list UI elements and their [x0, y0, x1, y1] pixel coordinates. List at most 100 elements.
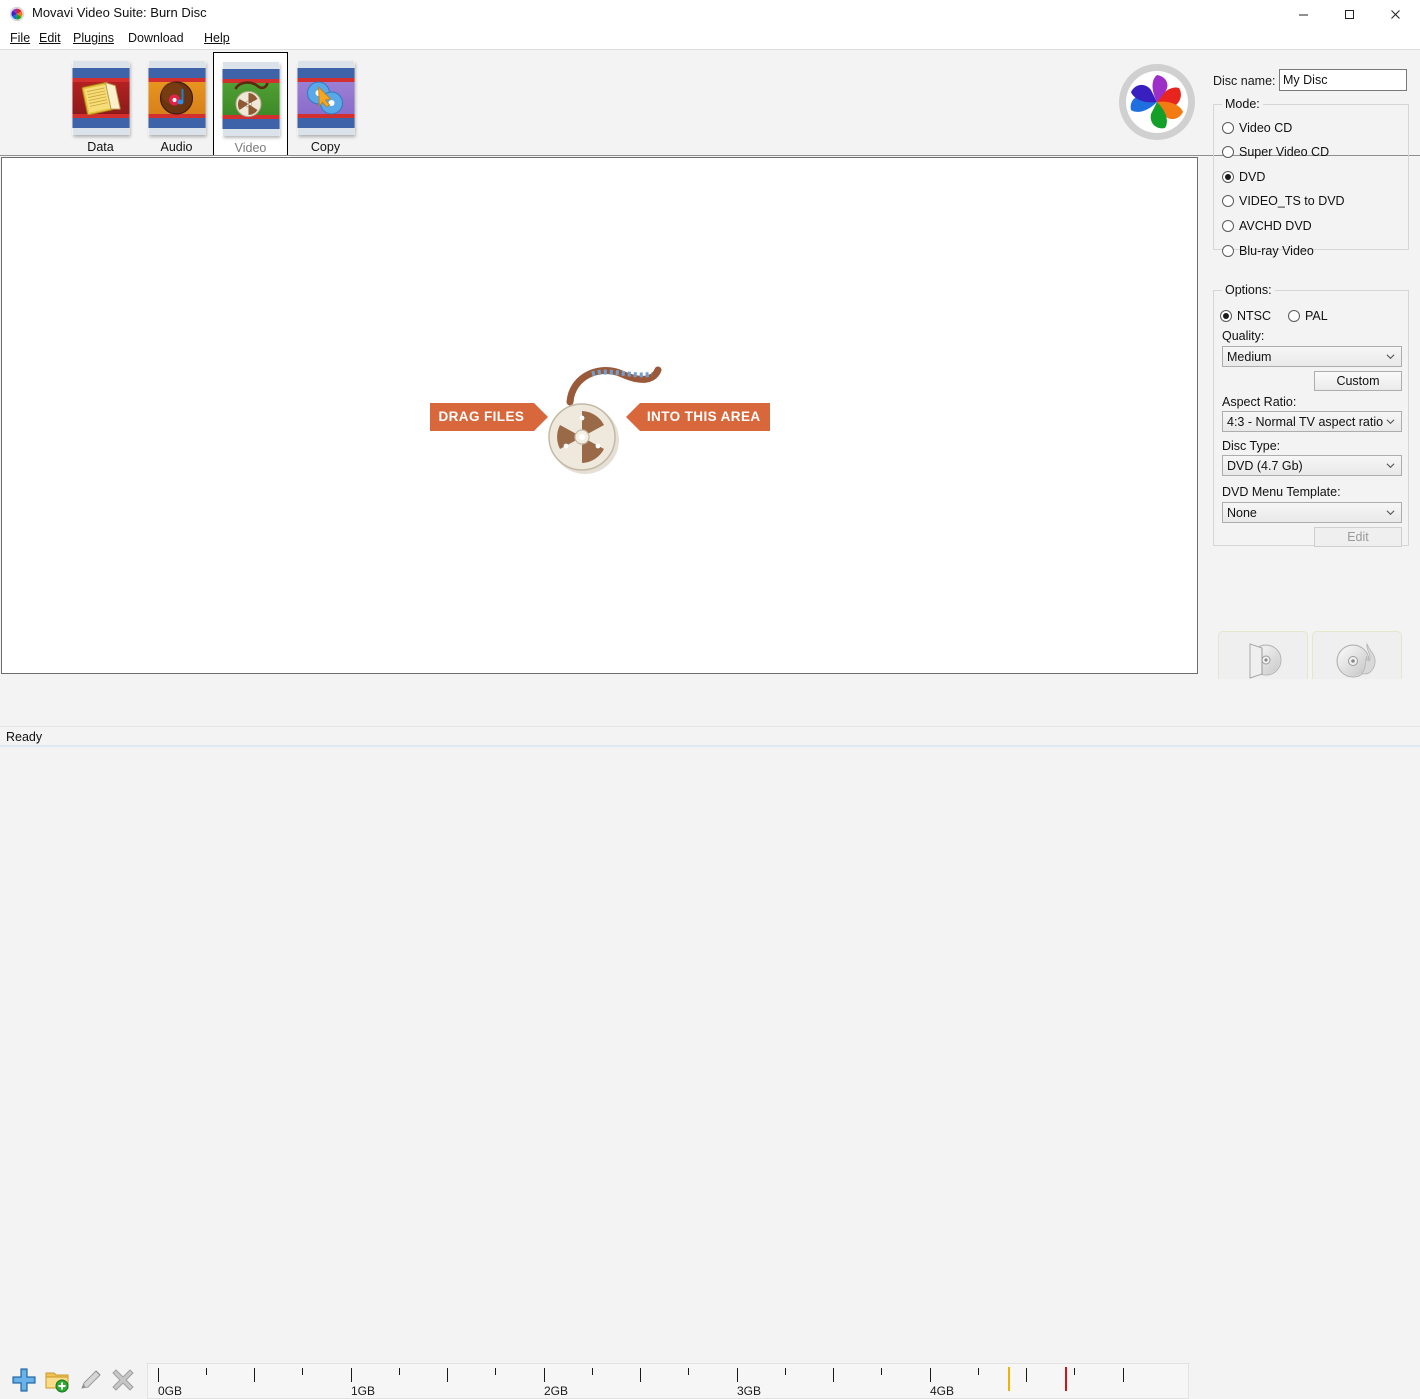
quality-select[interactable]: Medium: [1222, 346, 1402, 367]
tab-audio[interactable]: Audio: [139, 52, 214, 156]
ruler-tick-minor-2: [399, 1368, 400, 1375]
window-title: Movavi Video Suite: Burn Disc: [32, 5, 207, 20]
dvd-menu-template-select[interactable]: None: [1222, 502, 1402, 523]
radio-avchd-dvd-label: AVCHD DVD: [1239, 219, 1312, 233]
close-button[interactable]: [1372, 0, 1418, 28]
capacity-marker-limit: [1065, 1367, 1067, 1391]
disc-type-label: Disc Type:: [1222, 439, 1281, 453]
rename-button[interactable]: [78, 1367, 104, 1393]
radio-avchd-dvd-indicator: [1222, 220, 1234, 232]
radio-dvd-label: DVD: [1239, 170, 1266, 184]
ruler-tick-minor-1: [302, 1368, 303, 1375]
menu-edit[interactable]: Edit: [34, 30, 66, 48]
radio-avchd-dvd[interactable]: AVCHD DVD: [1222, 217, 1312, 235]
aspect-ratio-label: Aspect Ratio:: [1222, 395, 1297, 409]
tab-copy[interactable]: Copy: [288, 52, 363, 156]
radio-video-cd-label: Video CD: [1239, 121, 1293, 135]
drag-files-graphic: DRAG FILES INTO THIS AREA: [429, 356, 770, 476]
ruler-tick-major-0: [158, 1368, 159, 1382]
add-files-button[interactable]: [11, 1367, 37, 1393]
drag-files-banner: DRAG FILES: [429, 402, 548, 431]
ruler-tick-minor-7: [881, 1368, 882, 1375]
radio-super-video-cd[interactable]: Super Video CD: [1222, 143, 1329, 161]
radio-super-video-cd-label: Super Video CD: [1239, 145, 1330, 159]
ruler-tick-major-3: [447, 1368, 448, 1382]
movavi-pinwheel-logo: [1117, 62, 1197, 142]
menu-file[interactable]: File: [5, 30, 35, 48]
tab-data[interactable]: Data: [63, 52, 138, 156]
add-folder-button[interactable]: [44, 1367, 70, 1393]
folder-plus-icon: [45, 1372, 69, 1393]
bottom-toolbar: 0GB 1GB 2GB 3GB 4GB: [0, 679, 1420, 1399]
chevron-down-icon: [1386, 419, 1395, 425]
ruler-tick-minor-3: [495, 1368, 496, 1375]
radio-dvd-indicator: [1222, 171, 1234, 183]
disc-name-label: Disc name:: [1213, 74, 1276, 88]
chevron-down-icon: [1386, 354, 1395, 360]
maximize-icon: [1344, 9, 1354, 19]
save-disc-icon: [1240, 640, 1286, 680]
radio-blu-ray-video-indicator: [1222, 245, 1234, 257]
mode-groupbox: Mode: Video CD Super Video CD DVD VIDEO_…: [1213, 97, 1409, 258]
menu-download[interactable]: Download: [123, 30, 189, 48]
ruler-tick-major-8: [930, 1368, 931, 1382]
pencil-icon: [81, 1370, 101, 1389]
status-bar: Ready: [0, 726, 1420, 747]
tab-data-label: Data: [87, 140, 114, 154]
ruler-tick-major-4: [544, 1368, 545, 1382]
remove-button[interactable]: [110, 1367, 136, 1393]
tab-video-label: Video: [234, 141, 267, 155]
radio-video-ts-to-dvd-indicator: [1222, 195, 1234, 207]
close-icon: [1390, 9, 1400, 19]
file-drop-area[interactable]: DRAG FILES INTO THIS AREA: [1, 157, 1198, 674]
ruler-tick-major-10: [1123, 1368, 1124, 1382]
radio-ntsc[interactable]: NTSC: [1220, 307, 1271, 325]
dvd-menu-template-value: None: [1227, 505, 1257, 520]
custom-button[interactable]: Custom: [1314, 371, 1402, 391]
ruler-label-2gb: 2GB: [543, 1384, 569, 1398]
ruler-label-4gb: 4GB: [929, 1384, 955, 1398]
data-disc-icon: [72, 61, 129, 138]
burn-disc-icon: [1334, 640, 1380, 680]
menu-bar: File Edit Plugins Download Help: [0, 28, 1420, 50]
menu-plugins-label: Plugins: [73, 31, 114, 45]
capacity-marker-warning: [1008, 1367, 1010, 1391]
ruler-tick-major-5: [640, 1368, 641, 1382]
menu-plugins[interactable]: Plugins: [68, 30, 119, 48]
options-groupbox-title: Options:: [1222, 283, 1275, 297]
tab-copy-label: Copy: [310, 140, 341, 154]
custom-button-label: Custom: [1336, 374, 1380, 388]
chevron-down-icon: [1386, 463, 1395, 469]
radio-pal-indicator: [1288, 310, 1300, 322]
menu-edit-label: Edit: [39, 31, 61, 45]
edit-template-button[interactable]: Edit: [1314, 527, 1402, 547]
radio-blu-ray-video[interactable]: Blu-ray Video: [1222, 242, 1314, 260]
minimize-button[interactable]: [1280, 0, 1326, 28]
disc-type-select[interactable]: DVD (4.7 Gb): [1222, 455, 1402, 476]
disc-name-input[interactable]: [1279, 69, 1407, 91]
aspect-ratio-select[interactable]: 4:3 - Normal TV aspect ratio: [1222, 411, 1402, 432]
maximize-button[interactable]: [1326, 0, 1372, 28]
ruler-tick-minor-4: [592, 1368, 593, 1375]
radio-dvd[interactable]: DVD: [1222, 168, 1265, 186]
radio-super-video-cd-indicator: [1222, 146, 1234, 158]
ruler-tick-major-6: [737, 1368, 738, 1382]
radio-video-ts-to-dvd[interactable]: VIDEO_TS to DVD: [1222, 192, 1345, 210]
radio-pal[interactable]: PAL: [1288, 307, 1328, 325]
ruler-tick-minor-8: [978, 1368, 979, 1375]
capacity-ruler[interactable]: 0GB 1GB 2GB 3GB 4GB: [147, 1363, 1189, 1399]
edit-template-button-label: Edit: [1347, 530, 1369, 544]
copy-disc-icon: [297, 61, 354, 138]
menu-help[interactable]: Help: [199, 30, 235, 48]
ruler-tick-minor-5: [688, 1368, 689, 1375]
ruler-tick-major-9: [1026, 1368, 1027, 1382]
aspect-ratio-value: 4:3 - Normal TV aspect ratio: [1227, 414, 1384, 429]
radio-video-cd[interactable]: Video CD: [1222, 119, 1292, 137]
ruler-label-1gb: 1GB: [350, 1384, 376, 1398]
options-groupbox: Options: NTSC PAL Quality: Medium Custom…: [1213, 283, 1409, 547]
tab-video[interactable]: Video: [213, 52, 290, 158]
gray-x-icon: [112, 1369, 134, 1391]
menu-file-label: File: [10, 31, 31, 45]
into-this-area-banner: INTO THIS AREA: [625, 402, 770, 431]
title-bar: Movavi Video Suite: Burn Disc: [0, 0, 1420, 28]
